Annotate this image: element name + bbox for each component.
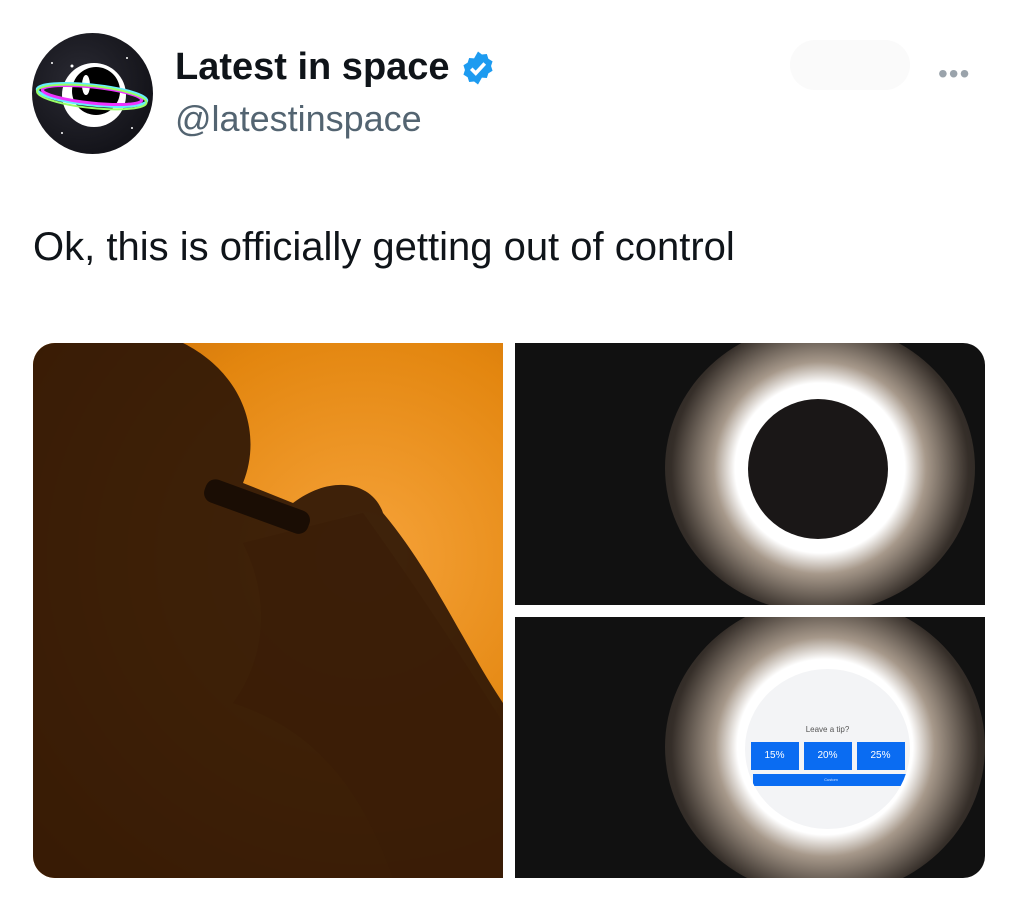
tip-option-15: 15% [750,742,799,770]
media-eclipse-tip-prompt[interactable]: Leave a tip? 15% 20% 25% Custom [515,617,985,878]
person-silhouette [33,343,503,878]
author-name-text: Latest in space [175,46,450,88]
tip-custom: Custom [753,774,909,786]
moon [748,399,888,539]
media-eclipse-diamond-ring[interactable] [515,343,985,605]
tweet-text: Ok, this is officially getting out of co… [33,225,735,269]
media-person-eclipse-glasses[interactable] [33,343,503,878]
author-name[interactable]: Latest in space [175,46,496,89]
follow-button[interactable] [790,40,910,90]
author-handle[interactable]: @latestinspace [175,98,422,140]
ellipsis-icon[interactable]: ••• [938,58,970,90]
tip-title: Leave a tip? [805,725,850,734]
tip-option-25: 25% [856,742,905,770]
tip-option-20: 20% [803,742,852,770]
tip-prompt: Leave a tip? 15% 20% 25% Custom [745,669,910,829]
avatar[interactable] [32,33,153,154]
planet-logo-icon [35,57,149,134]
verified-badge-icon [463,51,493,84]
